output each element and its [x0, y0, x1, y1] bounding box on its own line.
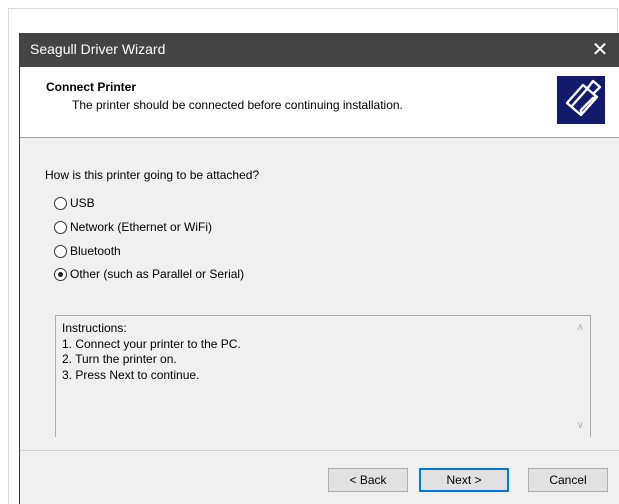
footer-divider — [20, 450, 619, 451]
page-title: Connect Printer — [46, 80, 137, 94]
radio-other[interactable]: Other (such as Parallel or Serial) — [54, 265, 244, 283]
radio-label-bluetooth: Bluetooth — [70, 244, 121, 258]
wizard-window: Seagull Driver Wizard ✕ Connect Printer … — [19, 33, 619, 504]
wizard-header: Connect Printer The printer should be co… — [20, 67, 619, 138]
radio-bluetooth[interactable]: Bluetooth — [54, 242, 121, 260]
back-button[interactable]: < Back — [328, 468, 408, 492]
close-icon[interactable]: ✕ — [580, 33, 619, 67]
radio-button-other[interactable] — [54, 267, 67, 281]
instructions-line: 2. Turn the printer on. — [62, 352, 177, 366]
radio-button-bluetooth[interactable] — [54, 244, 67, 258]
radio-network[interactable]: Network (Ethernet or WiFi) — [54, 218, 212, 236]
cancel-button[interactable]: Cancel — [528, 468, 608, 492]
title-bar[interactable]: Seagull Driver Wizard ✕ — [20, 33, 619, 67]
instructions-text: Instructions: 1. Connect your printer to… — [62, 321, 241, 383]
next-button[interactable]: Next > — [419, 468, 509, 492]
radio-label-usb: USB — [70, 196, 95, 210]
instructions-line: 1. Connect your printer to the PC. — [62, 336, 241, 351]
attach-question: How is this printer going to be attached… — [45, 168, 260, 182]
radio-button-usb[interactable] — [54, 196, 67, 210]
instructions-line: Instructions: — [62, 321, 127, 335]
printer-icon — [557, 76, 605, 124]
scroll-down-icon[interactable]: ∨ — [577, 420, 584, 431]
radio-label-other: Other (such as Parallel or Serial) — [70, 267, 245, 281]
radio-usb[interactable]: USB — [54, 194, 95, 212]
radio-button-network[interactable] — [54, 220, 67, 234]
radio-label-network: Network (Ethernet or WiFi) — [70, 220, 213, 234]
instructions-line: 3. Press Next to continue. — [62, 367, 200, 382]
instructions-box[interactable]: Instructions: 1. Connect your printer to… — [55, 315, 591, 437]
wizard-content: How is this printer going to be attached… — [20, 138, 619, 450]
page-subtitle: The printer should be connected before c… — [72, 98, 403, 112]
scroll-up-icon[interactable]: ∧ — [577, 322, 584, 333]
window-title: Seagull Driver Wizard — [30, 41, 166, 57]
